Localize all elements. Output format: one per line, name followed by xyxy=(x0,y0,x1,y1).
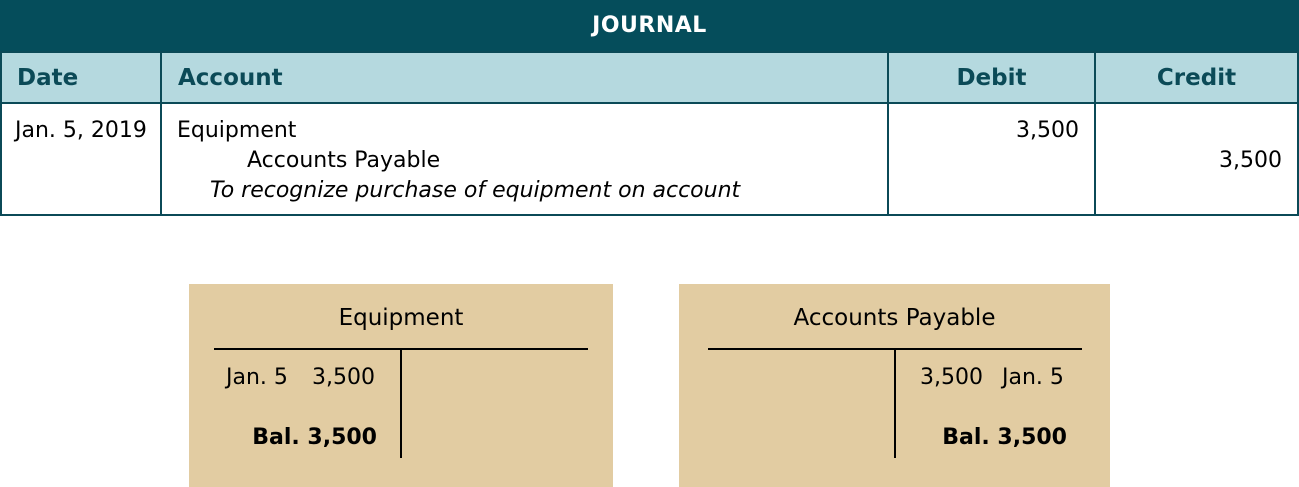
entry-credit-account: Accounts Payable xyxy=(247,148,441,173)
header-date: Date xyxy=(0,51,160,102)
t-credit-balance: Bal. 3,500 xyxy=(942,425,1067,450)
entry-account-cell: Equipment Accounts Payable To recognize … xyxy=(160,102,887,216)
entry-date-cell: Jan. 5, 2019 xyxy=(0,102,160,216)
entry-debit-amount: 3,500 xyxy=(1016,118,1079,143)
header-account: Account xyxy=(160,51,887,102)
entry-description: To recognize purchase of equipment on ac… xyxy=(210,178,741,203)
entry-date: Jan. 5, 2019 xyxy=(15,118,147,143)
t-account-accounts-payable: Accounts Payable 3,500 Jan. 5 Bal. 3,500 xyxy=(679,284,1110,487)
journal-title: JOURNAL xyxy=(0,0,1299,51)
header-debit: Debit xyxy=(887,51,1094,102)
entry-debit-cell: 3,500 xyxy=(887,102,1094,216)
t-account-vline xyxy=(894,348,896,458)
t-account-title: Accounts Payable xyxy=(793,305,996,331)
t-account-title: Equipment xyxy=(338,305,464,331)
t-account-vline xyxy=(400,348,402,458)
t-credit-entry-amount: 3,500 xyxy=(920,365,983,390)
t-debit-balance: Bal. 3,500 xyxy=(252,425,377,450)
entry-credit-cell: 3,500 xyxy=(1094,102,1299,216)
t-account-equipment: Equipment Jan. 5 3,500 Bal. 3,500 xyxy=(189,284,613,487)
t-credit-entry-date: Jan. 5 xyxy=(1002,365,1064,390)
t-debit-entry-date: Jan. 5 xyxy=(226,365,288,390)
header-credit: Credit xyxy=(1094,51,1299,102)
entry-credit-amount: 3,500 xyxy=(1219,148,1282,173)
entry-debit-account: Equipment xyxy=(177,118,297,143)
t-debit-entry-amount: 3,500 xyxy=(312,365,375,390)
